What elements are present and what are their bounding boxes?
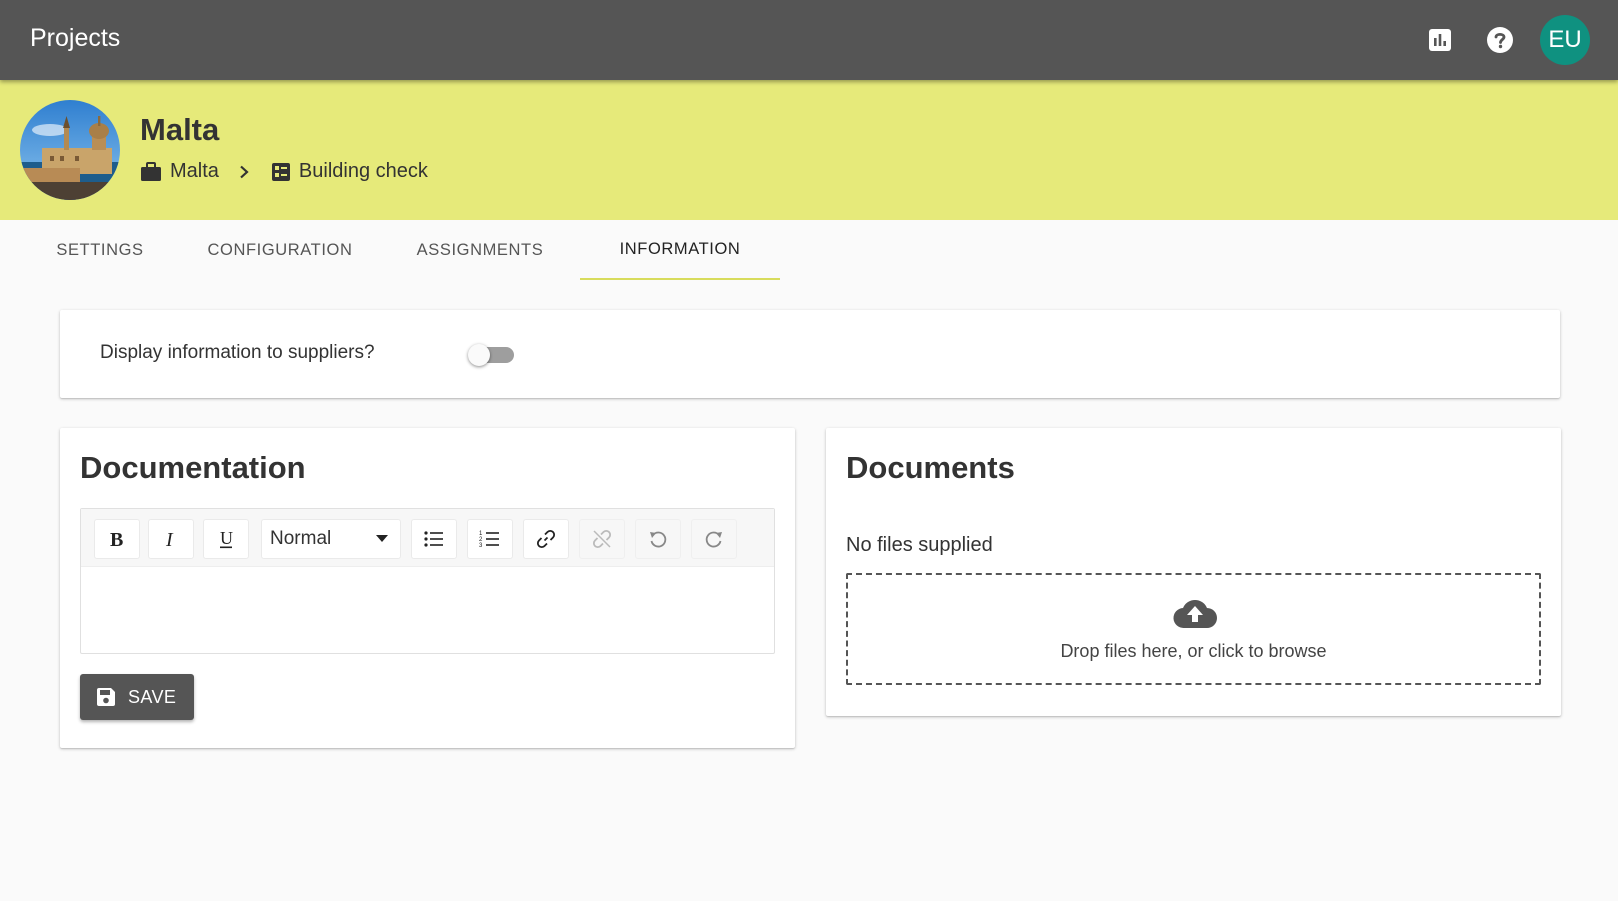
underline-button[interactable]: U bbox=[203, 519, 249, 559]
breadcrumb-label: Building check bbox=[298, 160, 428, 182]
tab-information[interactable]: INFORMATION bbox=[580, 220, 780, 280]
checklist-icon bbox=[271, 162, 290, 181]
italic-button[interactable]: I bbox=[148, 519, 194, 559]
format-select[interactable]: Normal bbox=[261, 519, 401, 559]
project-header: Malta Malta Building check bbox=[0, 80, 1618, 220]
tab-bar: SETTINGS CONFIGURATION ASSIGNMENTS INFOR… bbox=[20, 220, 780, 280]
display-toggle-label: Display information to suppliers? bbox=[100, 342, 375, 363]
editor-content[interactable] bbox=[81, 567, 774, 653]
rich-text-editor: B I U Normal 123 bbox=[80, 508, 775, 654]
app-bar: Projects EU bbox=[0, 0, 1618, 80]
numbered-list-icon: 123 bbox=[479, 531, 499, 548]
svg-text:U: U bbox=[220, 529, 233, 548]
caret-down-icon bbox=[376, 535, 388, 542]
breadcrumb-item-checklist[interactable]: Building check bbox=[271, 160, 428, 183]
no-files-text: No files supplied bbox=[846, 534, 993, 556]
svg-text:B: B bbox=[110, 530, 123, 548]
display-suppliers-switch[interactable] bbox=[468, 344, 516, 366]
dropzone-text: Drop files here, or click to browse bbox=[1060, 641, 1327, 661]
display-toggle-card: Display information to suppliers? bbox=[60, 310, 1560, 398]
tab-assignments[interactable]: ASSIGNMENTS bbox=[380, 220, 580, 280]
bar-chart-icon[interactable] bbox=[1422, 22, 1458, 58]
documentation-heading: Documentation bbox=[80, 450, 306, 485]
link-icon bbox=[536, 529, 556, 549]
breadcrumb-label: Malta bbox=[170, 160, 219, 182]
italic-icon: I bbox=[165, 530, 174, 548]
tab-configuration[interactable]: CONFIGURATION bbox=[180, 220, 380, 280]
redo-icon bbox=[705, 531, 722, 548]
breadcrumb: Malta Building check bbox=[140, 160, 428, 183]
save-icon bbox=[97, 688, 115, 706]
svg-text:I: I bbox=[165, 530, 174, 548]
user-avatar[interactable]: EU bbox=[1540, 15, 1590, 65]
save-label: SAVE bbox=[128, 686, 177, 707]
save-button[interactable]: SAVE bbox=[80, 674, 194, 720]
documents-heading: Documents bbox=[846, 450, 1015, 485]
project-title: Malta bbox=[140, 112, 220, 147]
unlink-button[interactable] bbox=[579, 519, 625, 559]
breadcrumb-item-project[interactable]: Malta bbox=[140, 160, 219, 183]
numbered-list-button[interactable]: 123 bbox=[467, 519, 513, 559]
help-icon[interactable] bbox=[1482, 22, 1518, 58]
bullet-list-button[interactable] bbox=[411, 519, 457, 559]
underline-icon: U bbox=[220, 529, 233, 549]
unlink-icon bbox=[592, 529, 612, 549]
link-button[interactable] bbox=[523, 519, 569, 559]
bullet-list-icon bbox=[424, 531, 443, 547]
tab-settings[interactable]: SETTINGS bbox=[20, 220, 180, 280]
editor-toolbar: B I U Normal 123 bbox=[81, 509, 774, 567]
undo-button[interactable] bbox=[635, 519, 681, 559]
bold-button[interactable]: B bbox=[94, 519, 140, 559]
documentation-card: Documentation B I U Normal 123 SAVE bbox=[60, 428, 795, 748]
app-title[interactable]: Projects bbox=[30, 24, 120, 53]
redo-button[interactable] bbox=[691, 519, 737, 559]
bold-icon: B bbox=[110, 530, 123, 548]
chevron-right-icon bbox=[239, 165, 249, 179]
file-dropzone[interactable]: Drop files here, or click to browse bbox=[846, 573, 1541, 685]
project-avatar bbox=[20, 100, 120, 200]
svg-text:3: 3 bbox=[479, 543, 483, 548]
switch-thumb bbox=[468, 344, 490, 366]
undo-icon bbox=[650, 531, 667, 548]
format-select-value: Normal bbox=[270, 528, 332, 549]
documents-card: Documents No files supplied Drop files h… bbox=[826, 428, 1561, 716]
cloud-upload-icon bbox=[1173, 600, 1217, 629]
briefcase-icon bbox=[141, 161, 161, 181]
